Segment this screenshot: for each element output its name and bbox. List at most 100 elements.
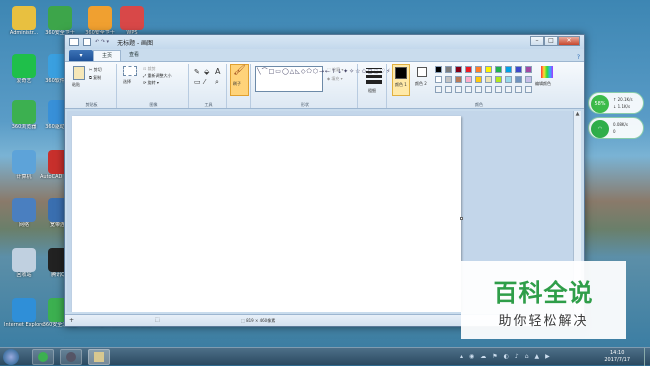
desktop-icon[interactable]: 爱奇艺 — [4, 54, 44, 85]
color-swatch[interactable] — [465, 66, 472, 73]
wifi-gadget[interactable]: ◠ 0.08K/s 0 — [588, 117, 644, 139]
color-swatch[interactable] — [435, 66, 442, 73]
empty-color-swatch[interactable] — [455, 86, 462, 93]
scroll-up-icon[interactable]: ▲ — [574, 111, 581, 117]
color-swatch[interactable] — [495, 66, 502, 73]
color-swatch[interactable] — [455, 66, 462, 73]
eraser-icon[interactable]: ▭ — [194, 78, 201, 86]
desktop-icon[interactable]: WPS — [112, 6, 152, 37]
pencil-icon[interactable]: ✎ — [194, 68, 200, 76]
desktop-app-icon — [120, 6, 144, 30]
desktop-app-icon — [12, 54, 36, 78]
desktop-icon[interactable]: Internet Explorer — [4, 298, 44, 329]
color-swatch[interactable] — [485, 66, 492, 73]
paint-app-icon[interactable] — [69, 38, 79, 46]
desktop-icon[interactable]: 360浏览器 — [4, 100, 44, 131]
minimize-button[interactable]: – — [530, 36, 544, 46]
color-swatch[interactable] — [475, 76, 482, 83]
paste-icon[interactable] — [73, 66, 85, 80]
taskbar-app[interactable] — [60, 349, 82, 365]
network-speed-gadget[interactable]: 58% ↑ 20.1K/s ↓ 1.1K/s — [588, 92, 644, 114]
clock[interactable]: 14:10 2017/7/17 — [604, 350, 630, 364]
maximize-button[interactable]: □ — [544, 36, 558, 46]
edit-colors-button[interactable]: 编辑颜色 — [535, 81, 551, 87]
taskbar-360-browser[interactable] — [32, 349, 54, 365]
outline-button[interactable]: ⬚ 轮廓 ▾ — [327, 67, 343, 73]
image-label: 图像 — [149, 102, 158, 107]
color-swatch[interactable] — [465, 76, 472, 83]
color1-swatch — [395, 67, 407, 79]
tab-view[interactable]: 查看 — [121, 50, 147, 61]
color-swatch[interactable] — [505, 76, 512, 83]
empty-color-swatch[interactable] — [515, 86, 522, 93]
empty-color-swatch[interactable] — [495, 86, 502, 93]
empty-color-swatch[interactable] — [435, 86, 442, 93]
color-swatch[interactable] — [505, 66, 512, 73]
fill-button[interactable]: ◆ 填充 ▾ — [327, 76, 343, 82]
color2-swatch — [417, 67, 427, 77]
start-button[interactable] — [3, 349, 19, 365]
color-swatch[interactable] — [485, 76, 492, 83]
color-swatch[interactable] — [455, 76, 462, 83]
select-icon[interactable] — [123, 66, 137, 76]
color-swatch[interactable] — [515, 66, 522, 73]
color2-button[interactable]: 颜色 2 — [413, 64, 431, 96]
color-swatch[interactable] — [435, 76, 442, 83]
show-desktop-button[interactable] — [644, 348, 650, 366]
desktop-icon[interactable]: 网络 — [4, 198, 44, 229]
color-swatch[interactable] — [445, 66, 452, 73]
clipboard-group: 粘贴 ✂ 剪切 ⧉ 复制 剪贴板 — [67, 64, 117, 108]
cut-button[interactable]: ✂ 剪切 — [89, 67, 102, 73]
desktop-icon[interactable]: 计算机 — [4, 150, 44, 181]
shapes-gallery[interactable]: ╲⌒□▭◯△◺◇⬠⬡→←↑↓✦✧☆✩◻◌♡⚡ — [255, 66, 390, 92]
paste-button[interactable]: 粘贴 — [72, 82, 80, 88]
help-icon[interactable]: ? — [577, 54, 580, 61]
desktop-app-icon — [12, 198, 36, 222]
desktop-icon[interactable]: 回收站 — [4, 248, 44, 279]
select-button[interactable]: 选择 — [123, 79, 131, 85]
save-icon[interactable] — [83, 38, 91, 46]
desktop-icon[interactable]: 360安全卫士 — [40, 6, 80, 37]
color-swatch[interactable] — [445, 76, 452, 83]
desktop-icon-label: Internet Explorer — [4, 322, 44, 328]
desktop-icon-label: Administr... — [9, 30, 39, 36]
color-swatch[interactable] — [475, 66, 482, 73]
rotate-button[interactable]: ⟳ 旋转 ▾ — [143, 80, 159, 86]
tools-label: 工具 — [204, 102, 213, 107]
undo-redo-icon[interactable]: ↶ ↷ ▾ — [95, 39, 109, 45]
resize-handle[interactable] — [460, 217, 463, 220]
empty-color-swatch[interactable] — [475, 86, 482, 93]
resize-button[interactable]: ⤢ 重新调整大小 — [143, 73, 171, 79]
brushes-button[interactable]: 🖌 刷子 — [230, 64, 249, 96]
empty-color-swatch[interactable] — [485, 86, 492, 93]
empty-color-swatch[interactable] — [445, 86, 452, 93]
empty-color-swatch[interactable] — [505, 86, 512, 93]
text-icon[interactable]: A — [215, 67, 220, 76]
system-tray-icons[interactable]: ▴◉☁⚑◐♪⌂▲▶ — [460, 353, 556, 360]
size-label: 粗细 — [368, 88, 376, 93]
color-swatch[interactable] — [495, 76, 502, 83]
empty-color-swatch[interactable] — [525, 86, 532, 93]
fill-icon[interactable]: ⬙ — [204, 68, 209, 76]
crop-button[interactable]: ⊡ 裁剪 — [143, 66, 156, 72]
size-group[interactable]: 粗细 — [361, 64, 387, 108]
ribbon-tabs: ▾ 主页 查看 ? — [65, 49, 584, 61]
magnifier-icon[interactable]: ⌕ — [215, 78, 219, 87]
empty-color-swatch[interactable] — [465, 86, 472, 93]
edit-colors-icon[interactable] — [541, 66, 553, 78]
file-menu-button[interactable]: ▾ — [69, 50, 93, 61]
desktop-icon-label: 爱奇艺 — [16, 78, 32, 84]
copy-button[interactable]: ⧉ 复制 — [89, 75, 101, 81]
color-picker-icon[interactable]: ⁄ — [204, 78, 205, 86]
color-swatch[interactable] — [525, 76, 532, 83]
taskbar-paint[interactable] — [88, 349, 110, 365]
clipboard-label: 剪贴板 — [85, 102, 98, 107]
desktop-icon[interactable]: Administr... — [4, 6, 44, 37]
tab-home[interactable]: 主页 — [93, 50, 122, 61]
color-swatch[interactable] — [525, 66, 532, 73]
wifi-icon: ◠ — [591, 120, 609, 138]
close-button[interactable]: ✕ — [558, 36, 580, 46]
drawing-canvas[interactable] — [72, 116, 461, 312]
color1-button[interactable]: 颜色 1 — [392, 64, 410, 96]
color-swatch[interactable] — [515, 76, 522, 83]
